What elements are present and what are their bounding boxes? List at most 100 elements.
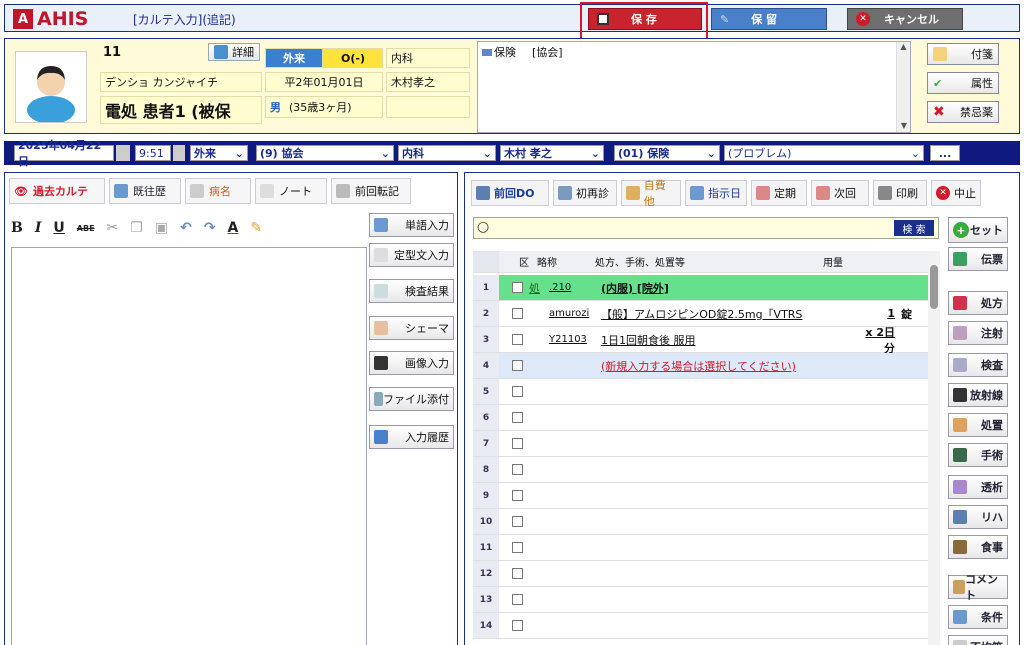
row-checkbox[interactable] (512, 412, 523, 423)
table-row[interactable]: 7 (473, 431, 928, 457)
scrollbar-thumb[interactable] (930, 265, 938, 309)
contraindication-button[interactable]: ✖ 禁忌薬 (927, 101, 999, 123)
search-button[interactable]: 検 索 (894, 220, 934, 236)
patient-sex-age: 男 (35歳3ヶ月) (265, 96, 383, 118)
hold-button[interactable]: ✎ 保 留 (711, 8, 827, 30)
image-input-button[interactable]: 画像入力 (369, 351, 454, 375)
doctor-select[interactable]: 木村 孝之 ⌄ (500, 145, 604, 161)
date-field[interactable]: 2025年04月22日 (14, 139, 114, 168)
order-category-button[interactable]: 不均等 (948, 635, 1008, 645)
calendar-dropdown[interactable] (116, 145, 130, 161)
dept-select[interactable]: 内科 ⌄ (398, 145, 496, 161)
copy-icon[interactable]: ❐ (130, 220, 143, 236)
order-category-button[interactable]: 手術 (948, 443, 1008, 467)
strike-button[interactable]: ABE (77, 224, 95, 233)
bold-button[interactable]: B (11, 220, 23, 236)
history-button[interactable]: 既往歴 (109, 178, 181, 204)
table-row[interactable]: 10 (473, 509, 928, 535)
time-field[interactable]: 9:51 (135, 145, 171, 161)
table-row[interactable]: 5 (473, 379, 928, 405)
attribute-button[interactable]: ✔ 属性 (927, 72, 999, 94)
previous-do-button[interactable]: 前回DO (471, 180, 549, 206)
template-input-button[interactable]: 定型文入力 (369, 243, 454, 267)
undo-icon[interactable]: ↶ (180, 220, 192, 236)
order-search[interactable]: ○ 検 索 (473, 217, 939, 239)
order-category-button[interactable]: コメント (948, 573, 1008, 602)
cut-icon[interactable]: ✂ (107, 220, 119, 236)
highlighter-icon[interactable]: ✎ (250, 220, 262, 236)
row-checkbox[interactable] (512, 594, 523, 605)
input-history-button[interactable]: 入力履歴 (369, 425, 454, 449)
table-row[interactable]: 13 (473, 587, 928, 613)
paste-icon[interactable]: ▣ (155, 220, 168, 236)
more-button[interactable]: ... (930, 145, 960, 161)
table-scrollbar[interactable] (928, 251, 940, 645)
save-button[interactable]: 保 存 (588, 8, 702, 30)
next-button[interactable]: 次回 (811, 180, 869, 206)
instruction-date-button[interactable]: 指示日 (685, 180, 747, 206)
table-row[interactable]: 14 (473, 613, 928, 639)
order-category-button[interactable]: 検査 (948, 353, 1008, 377)
schema-button[interactable]: シェーマ (369, 316, 454, 340)
redo-icon[interactable]: ↷ (204, 220, 216, 236)
file-attach-button[interactable]: ファイル添付 (369, 387, 454, 411)
disease-button[interactable]: 病名 (185, 178, 251, 204)
table-row[interactable]: 9 (473, 483, 928, 509)
table-row[interactable]: 12 (473, 561, 928, 587)
chevron-down-icon: ⌄ (234, 146, 244, 160)
order-category-button[interactable]: 透析 (948, 475, 1008, 499)
previous-transcribe-button[interactable]: 前回転記 (331, 178, 411, 204)
problem-select[interactable]: (プロブレム) ⌄ (724, 145, 924, 161)
self-pay-button[interactable]: 自費他 (621, 179, 681, 208)
cancel-button[interactable]: ✕ キャンセル (847, 8, 963, 30)
row-checkbox[interactable] (512, 490, 523, 501)
row-checkbox[interactable] (512, 438, 523, 449)
insurer-select[interactable]: (9) 協会 ⌄ (256, 145, 394, 161)
insurance-select[interactable]: (01) 保険 ⌄ (614, 145, 720, 161)
italic-button[interactable]: I (35, 220, 42, 236)
memo-scrollbar[interactable]: ▲ ▼ (896, 42, 910, 132)
table-row[interactable]: 11 (473, 535, 928, 561)
row-checkbox[interactable] (512, 542, 523, 553)
visit-select[interactable]: 外来 ⌄ (190, 145, 248, 161)
table-row[interactable]: 1 処 .210 (内服) [院外] (473, 275, 928, 301)
row-checkbox[interactable] (512, 386, 523, 397)
insurance-memo[interactable]: 保険 [協会] ▲ ▼ (477, 41, 911, 133)
table-row[interactable]: 8 (473, 457, 928, 483)
order-category-button[interactable]: 食事 (948, 535, 1008, 559)
row-checkbox[interactable] (512, 334, 523, 345)
font-color-button[interactable]: A (228, 220, 239, 236)
stop-button[interactable]: ✕ 中止 (931, 180, 981, 206)
order-category-button[interactable]: 伝票 (948, 247, 1008, 271)
row-checkbox[interactable] (512, 620, 523, 631)
row-checkbox[interactable] (512, 308, 523, 319)
table-row[interactable]: 3 Y21103 1日1回朝食後 服用 x 2日分 (473, 326, 928, 355)
karte-editor[interactable] (11, 247, 367, 645)
sticky-note-button[interactable]: 付箋 (927, 43, 999, 65)
word-input-button[interactable]: 単語入力 (369, 213, 454, 237)
table-row[interactable]: 6 (473, 405, 928, 431)
note-button[interactable]: ノート (255, 178, 327, 204)
detail-button[interactable]: 詳細 (208, 43, 260, 61)
underline-button[interactable]: U (53, 220, 64, 236)
time-spinner[interactable] (173, 145, 185, 161)
row-checkbox[interactable] (512, 464, 523, 475)
set-button[interactable]: + セット (948, 217, 1008, 243)
patient-sex: 男 (270, 101, 281, 114)
row-checkbox[interactable] (512, 568, 523, 579)
past-karte-button[interactable]: 👁 過去カルテ (9, 178, 105, 204)
row-checkbox[interactable] (512, 282, 523, 293)
row-checkbox[interactable] (512, 516, 523, 527)
order-category-button[interactable]: リハ (948, 505, 1008, 529)
row-checkbox[interactable] (512, 360, 523, 371)
test-result-button[interactable]: 検査結果 (369, 279, 454, 303)
order-category-button[interactable]: 処方 (948, 291, 1008, 315)
order-category-button[interactable]: 条件 (948, 605, 1008, 629)
first-revisit-button[interactable]: 初再診 (553, 180, 617, 206)
table-row[interactable]: 4 (新規入力する場合は選択してください) (473, 353, 928, 379)
print-button[interactable]: 印刷 (873, 180, 927, 206)
order-category-button[interactable]: 注射 (948, 321, 1008, 345)
regular-button[interactable]: 定期 (751, 180, 807, 206)
order-category-button[interactable]: 処置 (948, 413, 1008, 437)
order-category-button[interactable]: 放射線 (948, 383, 1008, 407)
